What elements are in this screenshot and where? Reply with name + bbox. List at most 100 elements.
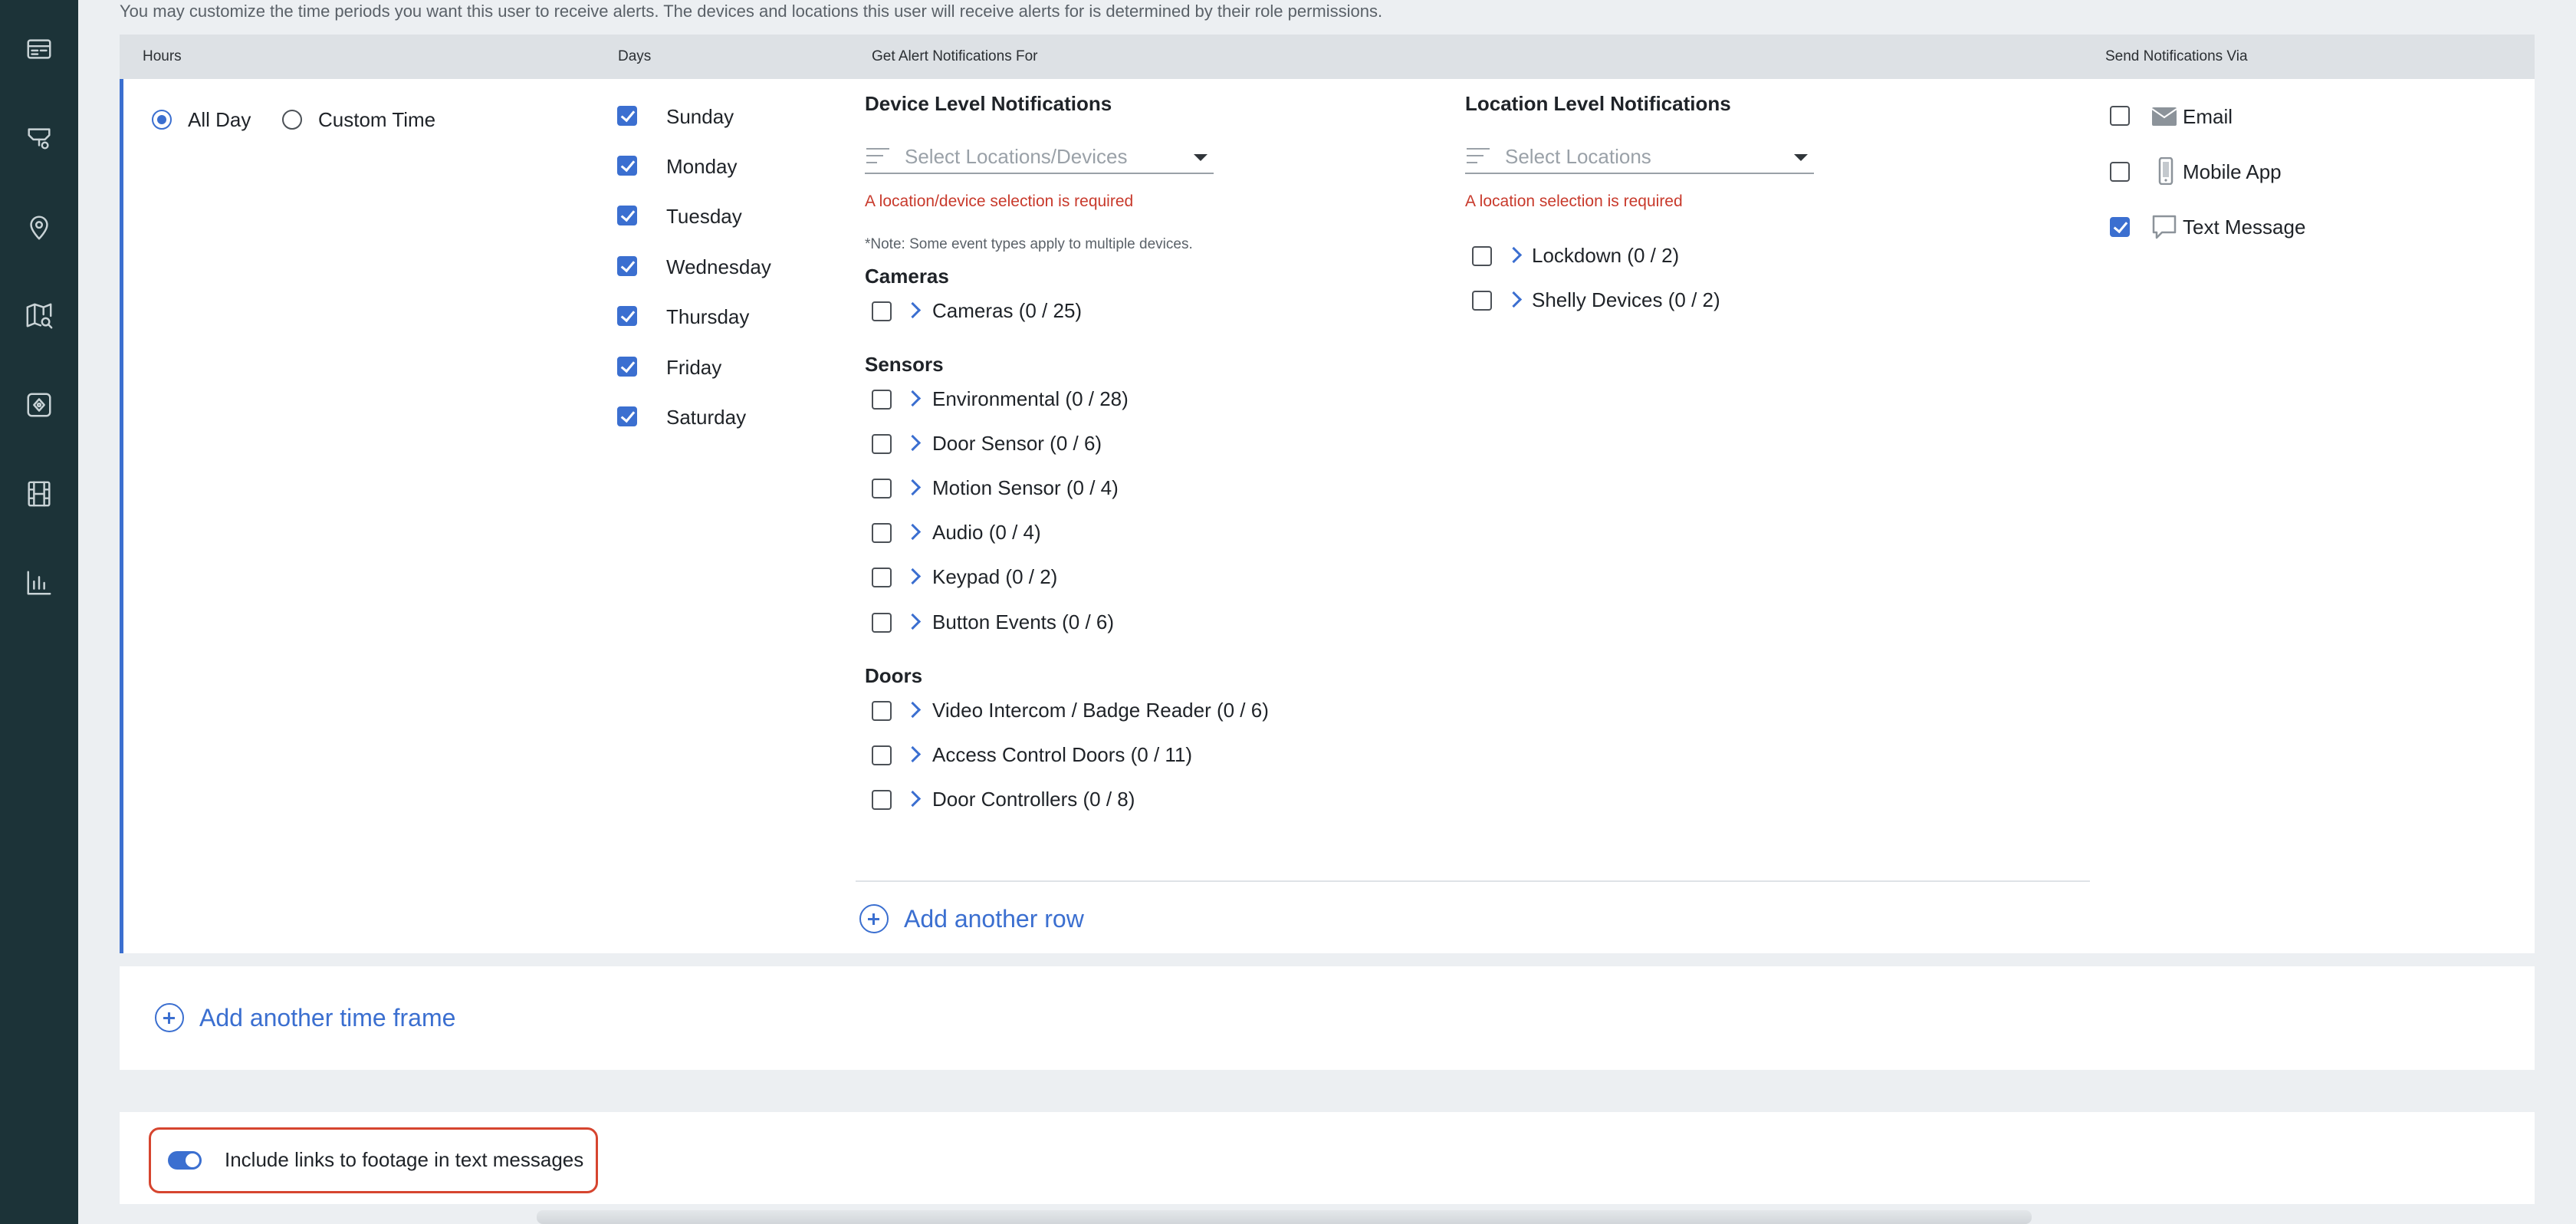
device-item-label: Motion Sensor (0 / 4) [932,476,1119,499]
device-item-label: Cameras (0 / 25) [932,299,1083,322]
device-checkbox[interactable] [872,745,892,765]
sidebar [0,0,78,1224]
chevron-right-icon[interactable] [905,613,921,631]
add-time-frame-button[interactable]: Add another time frame [155,1003,455,1032]
device-checkbox[interactable] [872,301,892,321]
add-time-frame-card: Add another time frame [120,966,2535,1070]
chevron-right-icon[interactable] [905,790,921,808]
chevron-right-icon[interactable] [1506,246,1522,265]
plus-circle-icon [859,904,889,933]
bottom-shadow [537,1210,2032,1224]
phone-icon [2158,157,2174,185]
cameras-grid-icon[interactable] [24,34,54,64]
chevron-right-icon[interactable] [1506,291,1522,309]
text-message-checkbox[interactable] [2110,217,2130,237]
plus-circle-icon [155,1003,184,1032]
location-error: A location selection is required [1465,192,1683,210]
device-select-placeholder: Select Locations/Devices [905,145,1128,168]
header-send-via: Send Notifications Via [2105,48,2248,64]
device-checkbox[interactable] [872,701,892,721]
chevron-right-icon[interactable] [905,523,921,541]
location-select-placeholder: Select Locations [1505,145,1651,168]
chevron-right-icon[interactable] [905,568,921,586]
all-day-label: All Day [188,108,251,131]
day-checkbox-saturday[interactable] [617,406,637,426]
device-item-label: Button Events (0 / 6) [932,610,1115,633]
day-label: Monday [666,155,738,178]
device-checkbox[interactable] [872,390,892,410]
device-checkbox[interactable] [872,568,892,587]
day-label: Friday [666,356,722,379]
location-checkbox[interactable] [1472,291,1492,311]
custom-time-label: Custom Time [318,108,436,131]
add-another-row-label: Add another row [904,904,1084,933]
device-checkbox[interactable] [872,434,892,454]
header-alert-for: Get Alert Notifications For [872,48,1038,64]
custom-time-radio[interactable] [282,110,302,130]
device-item-label: Door Sensor (0 / 6) [932,432,1102,455]
device-level-title: Device Level Notifications [865,92,1112,115]
chevron-right-icon[interactable] [905,390,921,408]
device-note: *Note: Some event types apply to multipl… [865,236,1193,252]
time-frame-card: All Day Custom Time Sunday Monday Tuesda… [120,79,2535,953]
filter-icon [866,148,889,165]
intro-text: You may customize the time periods you w… [120,2,1383,21]
chevron-right-icon[interactable] [905,434,921,452]
day-checkbox-sunday[interactable] [617,106,637,126]
email-checkbox[interactable] [2110,106,2130,126]
security-camera-icon[interactable] [24,123,54,153]
bar-chart-icon[interactable] [24,568,54,598]
location-item-label: Shelly Devices (0 / 2) [1532,288,1720,311]
day-label: Wednesday [666,255,771,278]
all-day-radio[interactable] [152,110,172,130]
day-checkbox-wednesday[interactable] [617,256,637,276]
day-label: Saturday [666,406,747,429]
device-item-label: Environmental (0 / 28) [932,387,1129,410]
day-checkbox-thursday[interactable] [617,306,637,326]
device-panel-icon[interactable] [24,390,54,420]
chevron-right-icon[interactable] [905,479,921,497]
device-checkbox[interactable] [872,790,892,810]
device-error: A location/device selection is required [865,192,1134,210]
device-checkbox[interactable] [872,479,892,498]
footage-toggle[interactable] [168,1151,202,1170]
header-days: Days [618,48,652,64]
footage-toggle-highlight: Include links to footage in text message… [149,1127,598,1193]
device-select[interactable]: Select Locations/Devices [865,139,1214,174]
caret-down-icon [1194,154,1208,161]
day-checkbox-monday[interactable] [617,156,637,176]
filter-icon [1467,148,1490,165]
map-search-icon[interactable] [24,301,54,331]
day-checkbox-tuesday[interactable] [617,206,637,225]
group-title-cameras: Cameras [865,265,949,288]
device-item-label: Video Intercom / Badge Reader (0 / 6) [932,699,1269,722]
device-item-label: Audio (0 / 4) [932,521,1041,544]
device-item-label: Keypad (0 / 2) [932,565,1058,588]
caret-down-icon [1794,154,1808,161]
day-label: Tuesday [666,205,742,228]
device-checkbox[interactable] [872,523,892,543]
chevron-right-icon[interactable] [905,301,921,320]
device-item-label: Door Controllers (0 / 8) [932,788,1135,811]
divider [856,880,2090,882]
mobile-app-checkbox[interactable] [2110,162,2130,182]
location-select[interactable]: Select Locations [1465,139,1814,174]
location-checkbox[interactable] [1472,246,1492,266]
add-time-frame-label: Add another time frame [199,1003,456,1032]
device-checkbox[interactable] [872,613,892,633]
footage-toggle-label: Include links to footage in text message… [225,1148,584,1171]
location-pin-icon[interactable] [24,212,54,242]
email-label: Email [2183,105,2233,128]
day-checkbox-friday[interactable] [617,357,637,377]
text-message-label: Text Message [2183,216,2306,239]
location-level-title: Location Level Notifications [1465,92,1731,115]
film-icon[interactable] [24,479,54,509]
table-header: Hours Days Get Alert Notifications For S… [120,35,2535,79]
day-label: Sunday [666,105,734,128]
chevron-right-icon[interactable] [905,701,921,719]
device-item-label: Access Control Doors (0 / 11) [932,743,1193,766]
group-title-sensors: Sensors [865,353,944,376]
add-another-row-button[interactable]: Add another row [859,904,1084,933]
location-item-label: Lockdown (0 / 2) [1532,244,1680,267]
chevron-right-icon[interactable] [905,745,921,764]
